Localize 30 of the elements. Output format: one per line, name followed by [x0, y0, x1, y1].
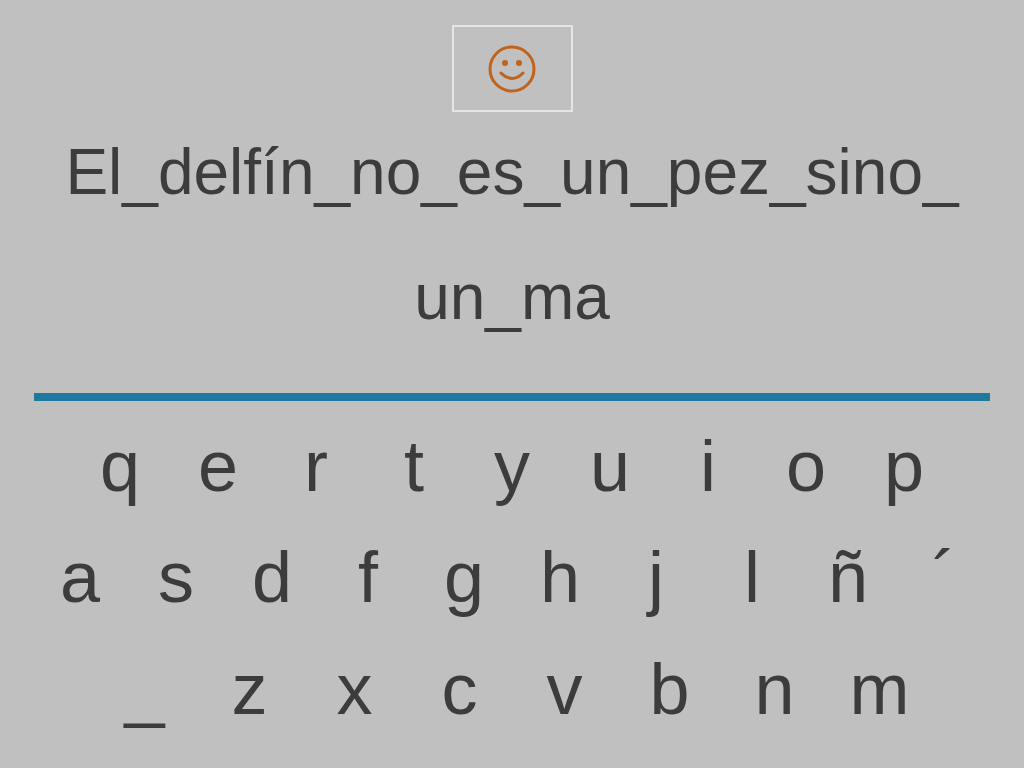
letter-key[interactable]: r	[267, 411, 365, 521]
letter-key[interactable]: q	[71, 411, 169, 521]
letter-key[interactable]: x	[302, 633, 407, 745]
letter-key[interactable]: p	[855, 411, 953, 521]
letter-key[interactable]: f	[320, 521, 416, 633]
sentence-text: un_ma	[414, 260, 610, 335]
letter-key[interactable]: t	[365, 411, 463, 521]
letter-key[interactable]: z	[197, 633, 302, 745]
letter-key[interactable]: b	[617, 633, 722, 745]
letter-key[interactable]: c	[407, 633, 512, 745]
letter-key[interactable]: h	[512, 521, 608, 633]
letter-key[interactable]: l	[704, 521, 800, 633]
letter-key[interactable]: ´	[896, 521, 992, 633]
letter-key[interactable]: v	[512, 633, 617, 745]
letter-key[interactable]: j	[608, 521, 704, 633]
letter-key[interactable]: ñ	[800, 521, 896, 633]
letter-key[interactable]: s	[128, 521, 224, 633]
letter-key[interactable]: m	[827, 633, 932, 745]
letter-key[interactable]: g	[416, 521, 512, 633]
letter-key[interactable]: a	[32, 521, 128, 633]
letter-key[interactable]: i	[659, 411, 757, 521]
letter-key[interactable]: _	[92, 633, 197, 745]
letter-key[interactable]: n	[722, 633, 827, 745]
sentence-text: El_delfín_no_es_un_pez_sino_	[65, 135, 959, 210]
letter-key[interactable]: y	[463, 411, 561, 521]
letter-key[interactable]: o	[757, 411, 855, 521]
smiley-icon	[487, 43, 537, 94]
letter-key[interactable]: d	[224, 521, 320, 633]
letter-key[interactable]: e	[169, 411, 267, 521]
letter-key[interactable]: u	[561, 411, 659, 521]
